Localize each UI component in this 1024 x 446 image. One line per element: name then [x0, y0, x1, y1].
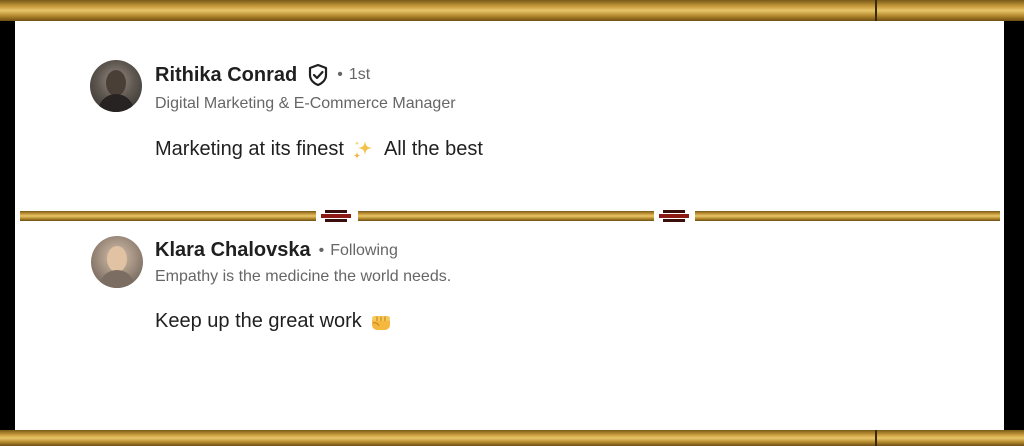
comment-text: Marketing at its finest All the best — [155, 138, 483, 161]
fist-bump-icon — [370, 311, 392, 333]
connection-degree: 1st — [348, 66, 371, 83]
comment-text-part: Marketing at its finest — [155, 138, 344, 160]
author-name[interactable]: Rithika Conrad — [155, 64, 297, 87]
avatar[interactable] — [90, 60, 142, 112]
comment-text-part: Keep up the great work — [155, 310, 362, 332]
comment-author-row: Rithika Conrad • 1st — [155, 63, 370, 87]
following-status: Following — [330, 241, 398, 259]
separator-dot: • — [318, 241, 325, 259]
comment-author-row: Klara Chalovska • Following — [155, 239, 398, 262]
comment-text: Keep up the great work — [155, 310, 402, 333]
author-headline: Empathy is the medicine the world needs. — [155, 268, 452, 285]
author-headline: Digital Marketing & E-Commerce Manager — [155, 95, 456, 112]
avatar[interactable] — [91, 236, 143, 288]
gold-frame-bottom — [0, 430, 1024, 446]
sparkles-icon — [352, 139, 374, 161]
frame-divider — [875, 430, 877, 446]
comment-text-part: All the best — [383, 138, 483, 160]
ornamental-divider — [20, 209, 1000, 223]
gold-frame-top — [0, 0, 1024, 21]
frame-divider — [875, 0, 877, 21]
verified-shield-icon — [307, 63, 329, 87]
separator-dot: • — [337, 66, 343, 83]
author-name[interactable]: Klara Chalovska — [155, 239, 311, 262]
divider-ornament — [321, 209, 351, 223]
divider-ornament — [659, 209, 689, 223]
